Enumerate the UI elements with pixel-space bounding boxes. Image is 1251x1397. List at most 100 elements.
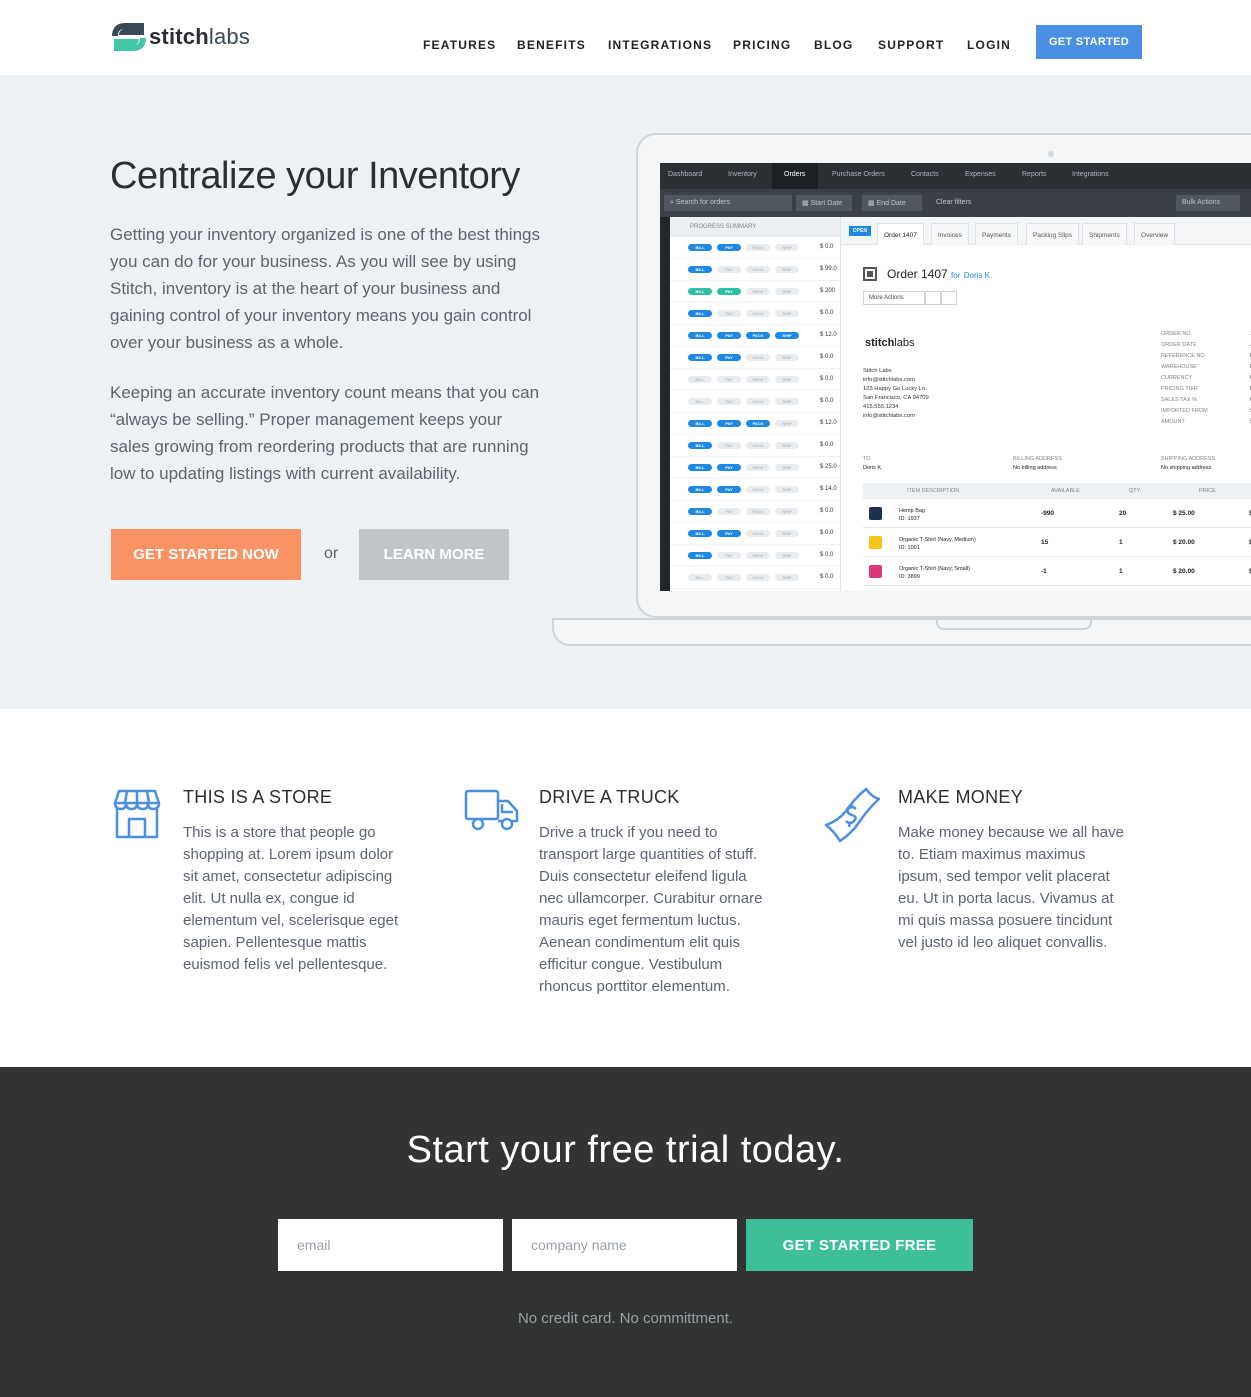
order-icon (863, 267, 877, 281)
learn-more-button[interactable]: LEARN MORE (359, 529, 509, 580)
status-pill: PAY (717, 464, 741, 471)
nav-support[interactable]: SUPPORT (878, 38, 944, 52)
order-amount: $ 14.0 (820, 486, 837, 492)
laptop-base (552, 618, 1251, 646)
col-price: PRICE (1199, 488, 1216, 494)
invoice-line: CURRENCY (1161, 375, 1193, 381)
status-pill: PACK (746, 288, 770, 295)
status-pill: PAY (717, 266, 741, 273)
payments-tab: Payments (975, 223, 1018, 245)
billing-block: BILLING ADDRESS No billing address (1013, 455, 1062, 473)
status-pill: PACK (746, 354, 770, 361)
email-field[interactable] (278, 1219, 503, 1271)
invoice-line: ORDER NO. (1161, 331, 1193, 337)
money-icon (824, 787, 881, 848)
calendar-icon: ▦ (868, 200, 877, 207)
nav-login[interactable]: LOGIN (967, 38, 1011, 52)
status-pill: PAY (717, 420, 741, 427)
status-pill: SHIP (775, 442, 799, 449)
nav-integrations[interactable]: INTEGRATIONS (608, 38, 712, 52)
order-list-row: BILL PAY PACK SHIP $ 0.0 (670, 523, 840, 545)
list-header: PROGRESS SUMMARY (670, 217, 840, 237)
trial-cta-section: Start your free trial today. GET STARTED… (0, 1067, 1251, 1397)
calendar-icon: ▦ (802, 200, 811, 207)
hero-paragraph-1: Getting your inventory organized is one … (110, 225, 540, 352)
get-started-free-button[interactable]: GET STARTED FREE (746, 1219, 973, 1271)
order-list-row: BILL PAY PACK SHIP $ 0.0 (670, 501, 840, 523)
shipments-tab: Shipments (1082, 223, 1127, 245)
status-pill: PACK (746, 530, 770, 537)
order-list-row: BILL PAY PACK SHIP $ 0.0 (670, 545, 840, 567)
order-amount: $ 12.0 (820, 332, 837, 338)
order-amount: $ 0.0 (820, 310, 834, 316)
order-amount: $ 0.0 (820, 398, 834, 404)
order-list-row: BILL PAY PACK SHIP $ 25.0 (670, 457, 840, 479)
status-pill: PAY (717, 442, 741, 449)
status-pill: BILL (688, 288, 712, 295)
status-pill: PACK (746, 508, 770, 515)
overview-tab: Overview (1134, 223, 1176, 245)
status-pill: BILL (688, 508, 712, 515)
nav-features[interactable]: FEATURES (423, 38, 496, 52)
feature-title: MAKE MONEY (898, 787, 1024, 807)
end-date: ▦ End Date (862, 195, 922, 211)
invoice-line: PRICING TIER (1161, 386, 1198, 392)
item-price: $ 25.00 (1173, 510, 1195, 517)
more-actions-select: More Actions (863, 291, 925, 305)
status-pill: PAY (717, 552, 741, 559)
status-pill: BILL (688, 332, 712, 339)
clear-filters-text: Clear filters (936, 199, 972, 206)
invoice-address: Stitch Labs info@stitchlabs.com 123 Happy … (863, 367, 929, 421)
order-tab: Order 1407 (877, 223, 924, 245)
get-started-now-button[interactable]: GET STARTED NOW (111, 529, 301, 580)
features-section: THIS IS A STORE This is a store that peo… (0, 709, 1251, 1067)
item-qty: 20 (1119, 510, 1127, 517)
col-available: AVAILABLE (1051, 488, 1080, 494)
item-available: -990 (1041, 510, 1055, 517)
status-pill: PACK (746, 398, 770, 405)
status-pill: BILL (688, 486, 712, 493)
status-pill: PACK (746, 464, 770, 471)
status-pill: PAY (717, 574, 741, 581)
status-pill: BILL (688, 310, 712, 317)
order-amount: $ 25.0 (820, 464, 837, 470)
hero-title: Centralize your Inventory (110, 155, 520, 197)
order-list-row: BILL PAY PACK SHIP $ 200 (670, 281, 840, 303)
nav-benefits[interactable]: BENEFITS (517, 38, 586, 52)
to-value: Doris K. (863, 465, 883, 471)
status-pill: PACK (746, 376, 770, 383)
col-qty: QTY (1129, 488, 1141, 494)
status-pill: SHIP (775, 244, 799, 251)
nav-pricing[interactable]: PRICING (733, 38, 791, 52)
list-sidebar (660, 217, 670, 591)
status-pill: PACK (746, 420, 770, 427)
hero-paragraph-2: Keeping an accurate inventory count mean… (110, 383, 540, 483)
status-pill: BILL (688, 464, 712, 471)
item-available: 15 (1041, 539, 1049, 546)
nav-blog[interactable]: BLOG (814, 38, 853, 52)
status-pill: BILL (688, 354, 712, 361)
item-qty: 1 (1119, 539, 1123, 546)
bulk-actions-text: Bulk Actions (1182, 199, 1221, 206)
status-pill: BILL (688, 266, 712, 273)
status-pill: PAY (717, 398, 741, 405)
status-pill: BILL (688, 530, 712, 537)
item-name: Organic T-Shirt (Navy, Medium) ID: 1001 (899, 537, 976, 551)
shipping-label: SHIPPING ADDRESS (1161, 456, 1216, 462)
item-price: $ 20.00 (1173, 539, 1195, 546)
status-pill: SHIP (775, 398, 799, 405)
status-pill: SHIP (775, 530, 799, 537)
invoice-line: WAREHOUSE (1161, 364, 1197, 370)
order-amount: $ 0.0 (820, 244, 834, 250)
invoice-row: Organic T-Shirt (Navy, Small) ID: 3899 -1 1… (863, 557, 1251, 586)
company-name-field[interactable] (512, 1219, 737, 1271)
order-amount: $ 0.0 (820, 574, 834, 580)
invoice-line: REFERENCE NO. (1161, 353, 1207, 359)
status-pill: SHIP (775, 288, 799, 295)
status-pill: PAY (717, 530, 741, 537)
get-started-button[interactable]: GET STARTED (1036, 25, 1142, 59)
invoice-line: 123 Happy Go Lucky Ln. (863, 386, 927, 392)
item-available: -1 (1041, 568, 1047, 575)
app-nav-expenses: Expenses (965, 171, 996, 178)
feature-title: DRIVE A TRUCK (539, 787, 680, 807)
